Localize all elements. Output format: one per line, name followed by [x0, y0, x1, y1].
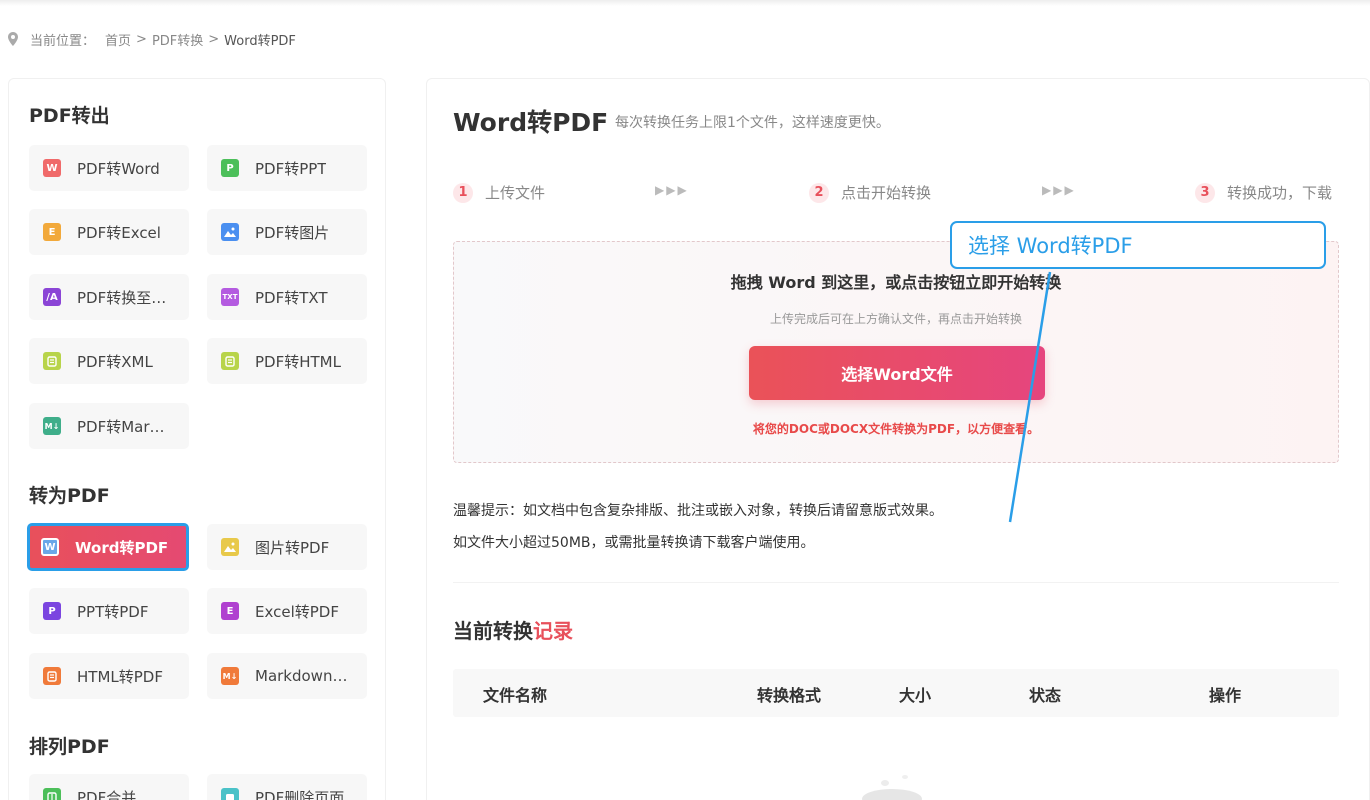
breadcrumb-current: Word转PDF	[224, 33, 296, 49]
divider	[453, 582, 1339, 583]
merge-icon	[43, 788, 61, 800]
markdown-icon: M↓	[43, 417, 61, 435]
tool-label: PDF转图片	[255, 223, 330, 242]
tool-label: PDF转TXT	[255, 288, 328, 307]
step-upload: 1 上传文件	[453, 182, 545, 203]
tool-label: PDF转Excel	[77, 223, 161, 242]
tool-label: PDF合并	[77, 788, 137, 800]
ppt-file-icon: P	[221, 159, 239, 177]
breadcrumb-home-link[interactable]: 首页	[105, 30, 131, 49]
pdfa-icon: /A	[43, 288, 61, 306]
delete-page-icon	[221, 788, 239, 800]
html-file-icon	[43, 667, 61, 685]
tools-sidebar: PDF转出 W PDF转Word P PDF转PPT E PDF转Excel P…	[8, 78, 386, 800]
file-dropzone[interactable]: 拖拽 Word 到这里，或点击按钮立即开始转换 上传完成后可在上方确认文件，再点…	[453, 241, 1339, 463]
step-arrows-icon: ▶▶▶	[1042, 183, 1076, 197]
html-file-icon	[221, 352, 239, 370]
empty-state-illustration	[862, 775, 922, 800]
step-label: 点击开始转换	[841, 184, 932, 202]
word-file-icon: W	[41, 538, 59, 556]
dropzone-title: 拖拽 Word 到这里，或点击按钮立即开始转换	[730, 273, 1062, 292]
dropzone-note: 将您的DOC或DOCX文件转换为PDF，以方便查看。	[752, 422, 1040, 436]
tool-label: PDF转HTML	[255, 352, 341, 371]
step-label: 转换成功，下载	[1227, 184, 1333, 202]
tool-pdf-to-excel[interactable]: E PDF转Excel	[29, 209, 189, 255]
image-icon	[221, 223, 239, 241]
tool-label: HTML转PDF	[77, 667, 163, 686]
tool-pdf-to-word[interactable]: W PDF转Word	[29, 145, 189, 191]
records-title: 当前转换记录	[453, 615, 573, 644]
tool-ppt-to-pdf[interactable]: P PPT转PDF	[29, 588, 189, 634]
page-title: Word转PDF	[453, 108, 609, 137]
converter-panel: Word转PDF 每次转换任务上限1个文件，这样速度更快。 1 上传文件 ▶▶▶…	[426, 78, 1370, 800]
tool-pdf-to-xml[interactable]: PDF转XML	[29, 338, 189, 384]
image-icon	[221, 538, 239, 556]
column-header-action: 操作	[1209, 686, 1242, 705]
breadcrumb-separator: >	[208, 31, 220, 47]
section-title-to-pdf: 转为PDF	[29, 485, 110, 507]
page-subtitle: 每次转换任务上限1个文件，这样速度更快。	[615, 115, 890, 131]
tool-label: PPT转PDF	[77, 602, 149, 621]
tool-label: PDF转Mar…	[77, 417, 165, 436]
location-pin-icon	[8, 32, 18, 46]
xml-file-icon	[43, 352, 61, 370]
step-number: 1	[453, 182, 473, 203]
tool-pdf-to-txt[interactable]: TXT PDF转TXT	[207, 274, 367, 320]
step-start: 2 点击开始转换	[809, 182, 931, 203]
tool-excel-to-pdf[interactable]: E Excel转PDF	[207, 588, 367, 634]
tool-label: PDF删除页面	[255, 788, 345, 800]
tool-pdf-to-image[interactable]: PDF转图片	[207, 209, 367, 255]
excel-file-icon: E	[43, 223, 61, 241]
txt-file-icon: TXT	[221, 288, 239, 306]
tool-image-to-pdf[interactable]: 图片转PDF	[207, 524, 367, 570]
breadcrumb-pdf-convert-link[interactable]: PDF转换	[152, 30, 203, 49]
column-header-status: 状态	[1029, 686, 1062, 705]
section-title-pdf-out: PDF转出	[29, 105, 110, 127]
tool-label: PDF转XML	[77, 352, 153, 371]
excel-file-icon: E	[221, 602, 239, 620]
step-download: 3 转换成功，下载	[1195, 182, 1332, 203]
column-header-size: 大小	[899, 686, 932, 705]
breadcrumb: 当前位置： 首页 > PDF转换 > Word转PDF	[8, 30, 296, 49]
tool-label: 图片转PDF	[255, 538, 330, 557]
markdown-icon: M↓	[221, 667, 239, 685]
records-table-header: 文件名称 转换格式 大小 状态 操作	[453, 669, 1339, 717]
breadcrumb-prefix: 当前位置：	[30, 33, 96, 49]
tool-label: Word转PDF	[75, 538, 169, 557]
section-title-arrange-pdf: 排列PDF	[29, 736, 110, 758]
step-arrows-icon: ▶▶▶	[655, 183, 689, 197]
breadcrumb-separator: >	[136, 31, 147, 47]
dropzone-hint: 上传完成后可在上方确认文件，再点击开始转换	[769, 312, 1022, 326]
tool-label: PDF转换至…	[77, 288, 167, 307]
top-shadow	[0, 0, 1370, 6]
tool-pdf-to-pdfa[interactable]: /A PDF转换至…	[29, 274, 189, 320]
tool-label: Excel转PDF	[255, 602, 339, 621]
records-title-highlight: 记录	[533, 619, 573, 643]
tool-pdf-delete-pages[interactable]: PDF删除页面	[207, 774, 367, 800]
tool-pdf-to-markdown[interactable]: M↓ PDF转Mar…	[29, 403, 189, 449]
tool-label: Markdown…	[255, 667, 348, 685]
tool-pdf-to-html[interactable]: PDF转HTML	[207, 338, 367, 384]
tool-label: PDF转PPT	[255, 159, 327, 178]
column-header-format: 转换格式	[757, 686, 822, 705]
tool-html-to-pdf[interactable]: HTML转PDF	[29, 653, 189, 699]
step-number: 2	[809, 182, 829, 203]
tool-pdf-to-ppt[interactable]: P PDF转PPT	[207, 145, 367, 191]
tool-pdf-merge[interactable]: PDF合并	[29, 774, 189, 800]
instruction-callout: 选择 Word转PDF	[950, 221, 1326, 269]
tool-label: PDF转Word	[77, 159, 160, 178]
step-label: 上传文件	[485, 184, 546, 202]
word-file-icon: W	[43, 159, 61, 177]
records-title-main: 当前转换	[453, 619, 533, 643]
tip-line: 温馨提示：如文档中包含复杂排版、批注或嵌入对象，转换后请留意版式效果。	[453, 503, 943, 519]
select-word-file-button[interactable]: 选择Word文件	[749, 346, 1045, 400]
step-number: 3	[1195, 182, 1215, 203]
tip-line: 如文件大小超过50MB，或需批量转换请下载客户端使用。	[453, 535, 815, 551]
tool-markdown-to-pdf[interactable]: M↓ Markdown…	[207, 653, 367, 699]
ppt-file-icon: P	[43, 602, 61, 620]
tool-word-to-pdf[interactable]: W Word转PDF	[27, 523, 189, 571]
column-header-filename: 文件名称	[483, 686, 548, 705]
